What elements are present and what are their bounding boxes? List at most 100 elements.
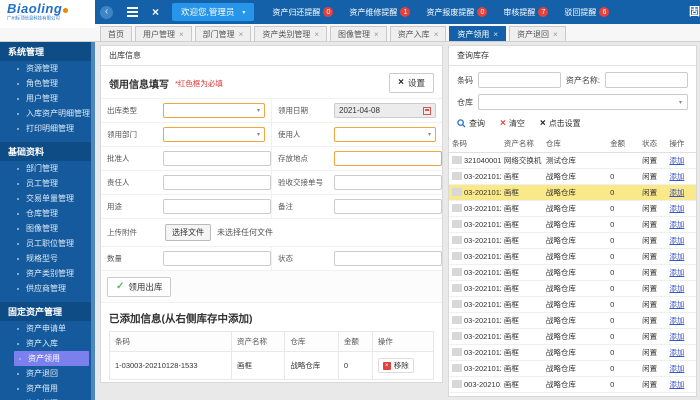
remove-button[interactable]: × 移除 bbox=[377, 358, 414, 373]
sidebar-item[interactable]: 角色管理 bbox=[0, 76, 95, 91]
add-link[interactable]: 添加 bbox=[669, 188, 684, 197]
stock-row[interactable]: 03-2021012 画框 战略仓库 0 闲置 添加 bbox=[449, 328, 696, 345]
form-input[interactable] bbox=[163, 199, 271, 214]
tab-close-icon[interactable]: × bbox=[239, 30, 244, 39]
topbar-notice[interactable]: 审核提醒 7 bbox=[503, 7, 549, 18]
sidebar-item[interactable]: 资产退回 bbox=[0, 366, 95, 381]
tab-item[interactable]: 用户管理 × bbox=[135, 26, 192, 41]
user-dropdown[interactable]: 欢迎您,管理员 ▾ bbox=[172, 3, 255, 21]
menu-icon[interactable] bbox=[127, 7, 138, 17]
form-input[interactable] bbox=[163, 251, 271, 266]
sidebar-item[interactable]: 资产借用 bbox=[0, 381, 95, 396]
sidebar-item[interactable]: 图像管理 bbox=[0, 221, 95, 236]
form-input[interactable] bbox=[334, 151, 442, 166]
add-link[interactable]: 添加 bbox=[669, 284, 684, 293]
tab-item[interactable]: 资产入库 × bbox=[389, 26, 447, 41]
tab-close-icon[interactable]: × bbox=[374, 30, 379, 39]
sidebar-section-title[interactable]: 基础资料 bbox=[0, 142, 95, 161]
sidebar-section-title[interactable]: 系统管理 bbox=[0, 42, 95, 61]
tab-close-icon[interactable]: × bbox=[493, 30, 498, 39]
form-input[interactable] bbox=[163, 175, 271, 190]
add-link[interactable]: 添加 bbox=[669, 348, 684, 357]
stock-row[interactable]: 03-2021012 画框 战略仓库 0 闲置 添加 bbox=[449, 184, 696, 201]
sidebar-item[interactable]: 员工职位管理 bbox=[0, 236, 95, 251]
stock-row[interactable]: 003-2021012画框战略仓库0闲置添加 bbox=[449, 376, 696, 393]
add-link[interactable]: 添加 bbox=[669, 268, 684, 277]
choose-file-button[interactable]: 选择文件 bbox=[165, 224, 211, 241]
sidebar-item[interactable]: 入库资产明细管理 bbox=[0, 106, 95, 121]
sidebar-item[interactable]: 资产入库 bbox=[0, 336, 95, 351]
form-select[interactable]: ▾ bbox=[334, 127, 436, 142]
stock-row[interactable]: 03-2021012 画框 战略仓库 0 闲置 添加 bbox=[449, 168, 696, 185]
add-link[interactable]: 添加 bbox=[669, 316, 684, 325]
add-link[interactable]: 添加 bbox=[669, 252, 684, 261]
tab-item[interactable]: 部门管理 × bbox=[194, 26, 252, 41]
tab-item[interactable]: 图像管理 × bbox=[330, 26, 387, 41]
stock-row[interactable]: 03-2021012 画框 战略仓库 0 闲置 添加 bbox=[449, 264, 696, 281]
sidebar-item[interactable]: 交易单量管理 bbox=[0, 191, 95, 206]
add-link[interactable]: 添加 bbox=[669, 364, 684, 373]
settings-button[interactable]: × 设置 bbox=[389, 73, 434, 93]
topbar-notice[interactable]: 资产归还提醒 0 bbox=[272, 7, 334, 18]
sidebar-item[interactable]: 规格型号 bbox=[0, 251, 95, 266]
topbar-notice[interactable]: 资产报废提醒 0 bbox=[426, 7, 488, 18]
add-link[interactable]: 添加 bbox=[669, 380, 684, 389]
tab-close-icon[interactable]: × bbox=[434, 30, 439, 39]
form-select[interactable]: ▾ bbox=[163, 103, 265, 118]
warehouse-select[interactable]: ▾ bbox=[478, 94, 688, 110]
form-input[interactable] bbox=[334, 175, 442, 190]
sidebar-item[interactable]: 用户管理 bbox=[0, 91, 95, 106]
sidebar-item[interactable]: 仓库管理 bbox=[0, 206, 95, 221]
tab-item[interactable]: 资产类别管理 × bbox=[254, 26, 328, 41]
sidebar-section-title[interactable]: 固定资产管理 bbox=[0, 302, 95, 321]
sidebar-item[interactable]: 打印明细管理 bbox=[0, 121, 95, 136]
stock-row[interactable]: 3210400013网络交换机测试仓库 闲置添加 bbox=[449, 152, 696, 169]
date-input[interactable]: 2021-04-08 bbox=[334, 103, 436, 118]
tab-close-icon[interactable]: × bbox=[314, 30, 319, 39]
column-settings-button[interactable]: × 点击设置 bbox=[540, 118, 581, 129]
add-link[interactable]: 添加 bbox=[669, 204, 684, 213]
form-input[interactable] bbox=[334, 199, 442, 214]
tab-item[interactable]: 首页 bbox=[100, 26, 132, 41]
form-input[interactable] bbox=[163, 151, 271, 166]
sidebar-item[interactable]: 资产申请单 bbox=[0, 321, 95, 336]
tab-close-icon[interactable]: × bbox=[179, 30, 184, 39]
stock-row[interactable]: 03-2021012 画框 战略仓库 0 闲置 添加 bbox=[449, 344, 696, 361]
asset-name-filter-input[interactable] bbox=[605, 72, 689, 88]
tab-item[interactable]: 资产退回 × bbox=[509, 26, 566, 41]
stock-row[interactable]: 03-2021012 画框 战略仓库 0 闲置 添加 bbox=[449, 200, 696, 217]
stock-row[interactable]: 03-2021012 画框 战略仓库 0 闲置 添加 bbox=[449, 280, 696, 297]
sidebar-item[interactable]: 部门管理 bbox=[0, 161, 95, 176]
form-input[interactable] bbox=[334, 251, 442, 266]
sidebar-item[interactable]: 资产类别管理 bbox=[0, 266, 95, 281]
collapse-sidebar-button[interactable]: ‹ bbox=[100, 5, 113, 19]
sidebar-item[interactable]: 供应商管理 bbox=[0, 281, 95, 296]
add-link[interactable]: 添加 bbox=[669, 220, 684, 229]
sidebar-item[interactable]: 资产领用 bbox=[14, 351, 89, 366]
add-link[interactable]: 添加 bbox=[669, 300, 684, 309]
stock-row[interactable]: 03-2021012 画框 战略仓库 0 闲置 添加 bbox=[449, 296, 696, 313]
topbar-notice[interactable]: 驳回提醒 6 bbox=[564, 7, 610, 18]
sidebar-item[interactable]: 资源管理 bbox=[0, 61, 95, 76]
tab-close-icon[interactable]: × bbox=[553, 30, 558, 39]
barcode-filter-input[interactable] bbox=[478, 72, 561, 88]
add-link[interactable]: 添加 bbox=[669, 236, 684, 245]
topbar-notice[interactable]: 资产维修提醒 1 bbox=[349, 7, 411, 18]
tab-item[interactable]: 资产领用 × bbox=[449, 26, 507, 41]
add-link[interactable]: 添加 bbox=[669, 172, 684, 181]
requisition-submit-button[interactable]: ✓ 领用出库 bbox=[107, 277, 172, 297]
stock-row[interactable]: 03-2021012 画框 战略仓库 0 闲置 添加 bbox=[449, 248, 696, 265]
close-all-icon[interactable]: × bbox=[152, 5, 159, 19]
corner-widget-icon[interactable]: 固 bbox=[689, 3, 700, 19]
sidebar-item[interactable]: 员工管理 bbox=[0, 176, 95, 191]
stock-row[interactable]: 03-2021012 画框 战略仓库 0 闲置 添加 bbox=[449, 360, 696, 377]
clear-button[interactable]: × 清空 bbox=[500, 118, 525, 129]
sidebar-item[interactable]: 资产归还 bbox=[0, 396, 95, 400]
search-button[interactable]: 查询 bbox=[457, 118, 485, 129]
stock-row[interactable]: 03-2021012 画框 战略仓库 0 闲置 添加 bbox=[449, 312, 696, 329]
form-select[interactable]: ▾ bbox=[163, 127, 265, 142]
stock-row[interactable]: 03-2021012 画框 战略仓库 0 闲置 添加 bbox=[449, 232, 696, 249]
add-link[interactable]: 添加 bbox=[669, 332, 684, 341]
add-link[interactable]: 添加 bbox=[669, 156, 684, 165]
stock-row[interactable]: 03-2021012 画框 战略仓库 0 闲置 添加 bbox=[449, 216, 696, 233]
